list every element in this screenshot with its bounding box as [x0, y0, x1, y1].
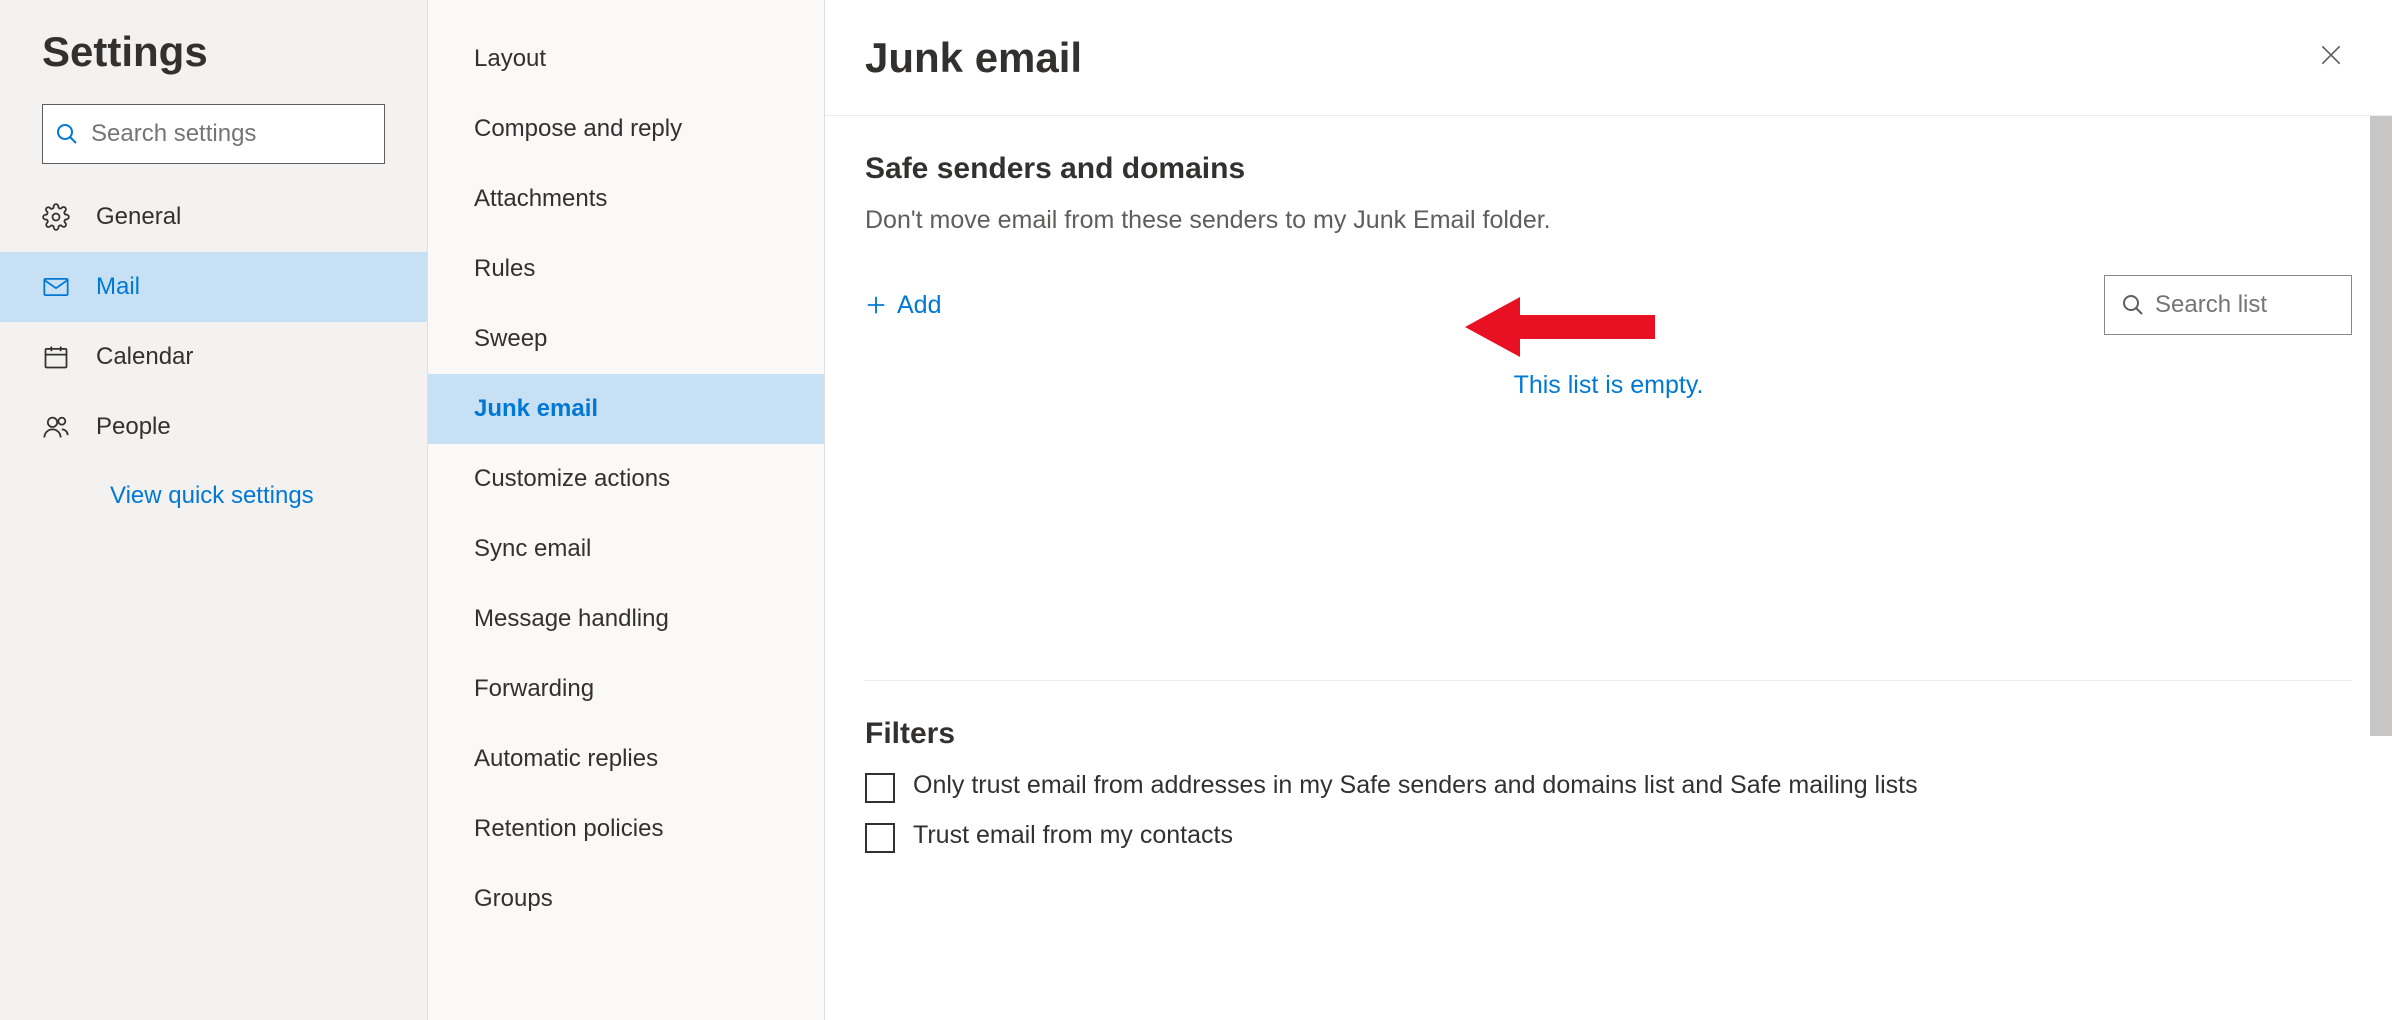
nav-item-people[interactable]: People — [0, 392, 427, 462]
submenu-item-customize[interactable]: Customize actions — [428, 444, 824, 514]
main-title: Junk email — [865, 34, 1082, 82]
submenu-item-attachments[interactable]: Attachments — [428, 164, 824, 234]
submenu-item-auto-replies[interactable]: Automatic replies — [428, 724, 824, 794]
nav-label-calendar: Calendar — [96, 343, 193, 371]
quick-settings-link[interactable]: View quick settings — [0, 482, 314, 510]
submenu-item-sync[interactable]: Sync email — [428, 514, 824, 584]
nav-item-calendar[interactable]: Calendar — [0, 322, 427, 392]
scrollbar-track[interactable] — [2370, 116, 2392, 1020]
close-button[interactable] — [2310, 34, 2352, 82]
submenu-item-layout[interactable]: Layout — [428, 24, 824, 94]
search-settings-box[interactable] — [42, 104, 385, 164]
nav-item-mail[interactable]: Mail — [0, 252, 427, 322]
search-icon — [55, 122, 79, 146]
settings-sidebar: Settings General Mail Calendar — [0, 0, 428, 1020]
submenu-item-forwarding[interactable]: Forwarding — [428, 654, 824, 724]
main-panel: Junk email Safe senders and domains Don'… — [825, 0, 2392, 1020]
gear-icon — [42, 203, 70, 231]
nav-label-people: People — [96, 413, 171, 441]
search-settings-input[interactable] — [91, 120, 372, 148]
search-list-input[interactable] — [2155, 291, 2335, 319]
mail-icon — [42, 273, 70, 301]
submenu-item-rules[interactable]: Rules — [428, 234, 824, 304]
safe-senders-heading: Safe senders and domains — [865, 152, 2352, 186]
submenu-item-compose[interactable]: Compose and reply — [428, 94, 824, 164]
main-header: Junk email — [825, 0, 2392, 116]
submenu-item-sweep[interactable]: Sweep — [428, 304, 824, 374]
safe-senders-description: Don't move email from these senders to m… — [865, 206, 2352, 235]
mail-submenu: Layout Compose and reply Attachments Rul… — [428, 0, 825, 1020]
checkbox-trust-contacts[interactable] — [865, 823, 895, 853]
submenu-item-retention[interactable]: Retention policies — [428, 794, 824, 864]
submenu-item-groups[interactable]: Groups — [428, 864, 824, 934]
submenu-item-message-handling[interactable]: Message handling — [428, 584, 824, 654]
plus-icon — [865, 294, 887, 316]
nav-item-general[interactable]: General — [0, 182, 427, 252]
nav-label-mail: Mail — [96, 273, 140, 301]
calendar-icon — [42, 343, 70, 371]
add-label: Add — [897, 291, 941, 320]
filter-option-only-trust: Only trust email from addresses in my Sa… — [865, 771, 2352, 803]
settings-title: Settings — [0, 28, 427, 104]
filters-heading: Filters — [865, 717, 2352, 751]
search-list-box[interactable] — [2104, 275, 2352, 335]
section-divider — [865, 680, 2352, 681]
nav-label-general: General — [96, 203, 181, 231]
filter-label-trust-contacts: Trust email from my contacts — [913, 821, 1233, 850]
checkbox-only-trust[interactable] — [865, 773, 895, 803]
scrollbar-thumb[interactable] — [2370, 116, 2392, 736]
empty-list-message: This list is empty. — [865, 371, 2352, 400]
search-icon — [2121, 293, 2145, 317]
add-safe-sender-button[interactable]: Add — [865, 291, 941, 320]
people-icon — [42, 413, 70, 441]
filter-label-only-trust: Only trust email from addresses in my Sa… — [913, 771, 1918, 800]
close-icon — [2318, 42, 2344, 68]
submenu-item-junk-email[interactable]: Junk email — [428, 374, 824, 444]
filter-option-trust-contacts: Trust email from my contacts — [865, 821, 2352, 853]
